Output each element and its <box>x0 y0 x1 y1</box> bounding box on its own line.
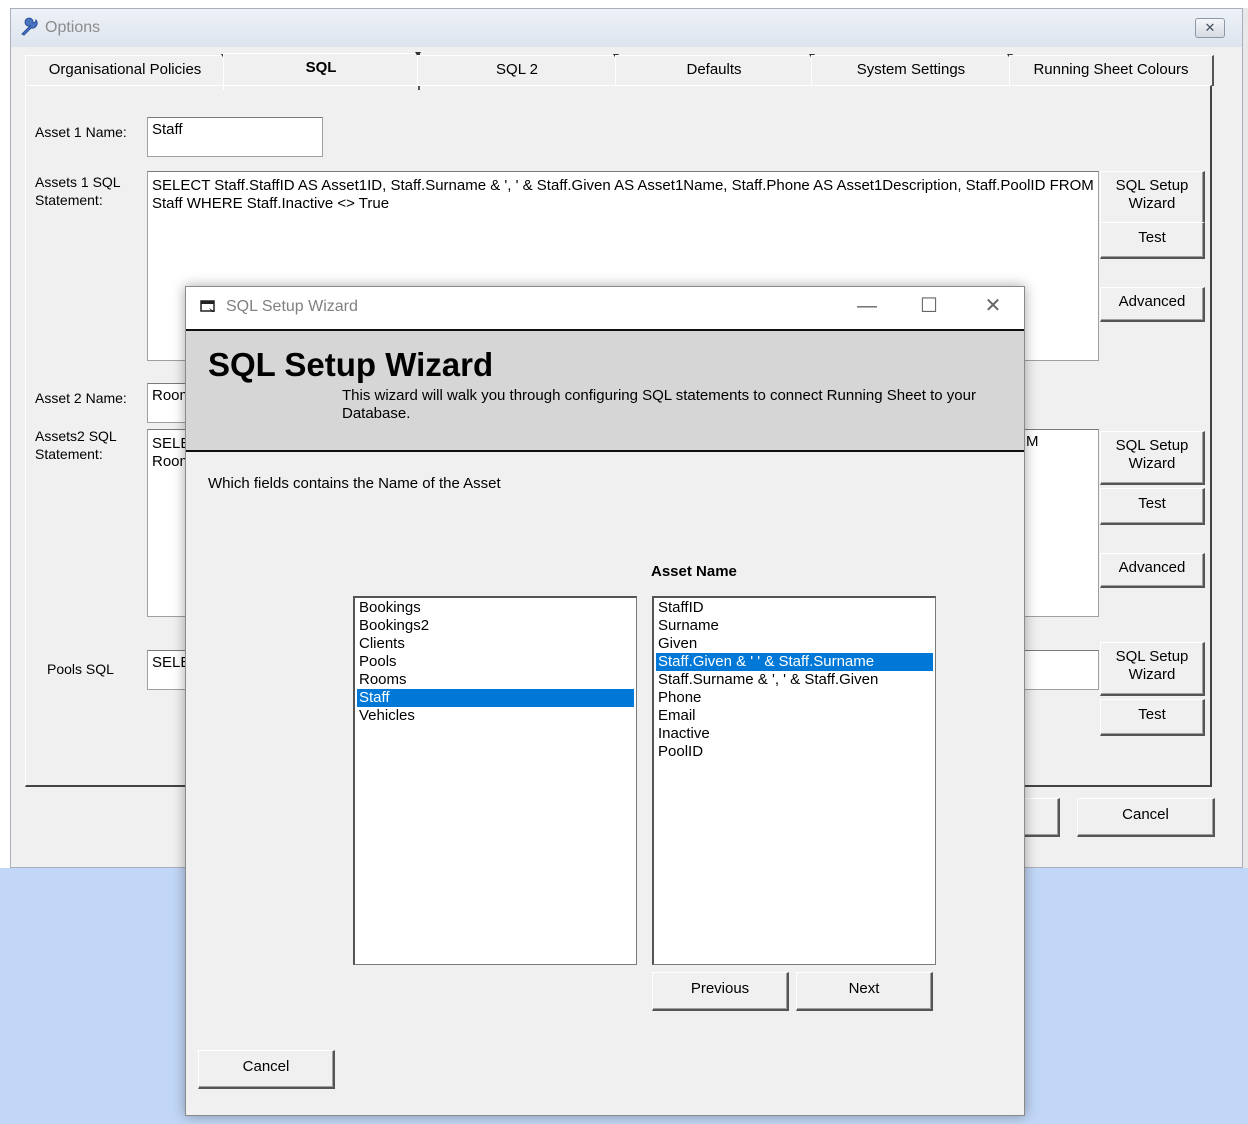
wizard-window-title: SQL Setup Wizard <box>226 298 358 315</box>
tab-defaults[interactable]: Defaults <box>615 54 815 86</box>
tab-label: System Settings <box>856 61 966 78</box>
button-label: SQL Setup Wizard <box>1115 648 1189 683</box>
wizard-heading: SQL Setup Wizard <box>208 346 494 383</box>
tab-label: SQL <box>305 59 337 76</box>
sql-setup-wizard-button-2[interactable]: SQL Setup Wizard <box>1100 431 1205 485</box>
wizard-titlebar[interactable]: SQL Setup Wizard — ☐ ✕ <box>186 287 1024 329</box>
tab-running-sheet-colours[interactable]: Running Sheet Colours <box>1009 55 1214 86</box>
maximize-button[interactable]: ☐ <box>916 295 942 319</box>
previous-button[interactable]: Previous <box>652 972 789 1011</box>
assets2-sql-label: Assets2 SQL Statement: <box>35 428 117 462</box>
window-icon <box>200 300 215 312</box>
list-item-phone[interactable]: Phone <box>656 689 933 707</box>
button-label: SQL Setup Wizard <box>1115 437 1189 472</box>
tab-sql-2[interactable]: SQL 2 <box>417 54 619 86</box>
button-label: SQL Setup Wizard <box>1115 177 1189 212</box>
wizard-header: SQL Setup Wizard This wizard will walk y… <box>186 329 1024 452</box>
assets2-sql-tail: M <box>1026 433 1039 450</box>
list-item-inactive[interactable]: Inactive <box>656 725 933 743</box>
advanced-button-1[interactable]: Advanced <box>1100 287 1205 322</box>
tables-listbox[interactable]: Bookings Bookings2 Clients Pools Rooms S… <box>353 596 637 965</box>
test-button-3[interactable]: Test <box>1100 699 1205 736</box>
list-item-rooms[interactable]: Rooms <box>357 671 634 689</box>
advanced-button-2[interactable]: Advanced <box>1100 553 1205 588</box>
list-item-poolid[interactable]: PoolID <box>656 743 933 761</box>
window-edge <box>1243 8 1248 868</box>
list-item-bookings2[interactable]: Bookings2 <box>357 617 634 635</box>
list-item-given[interactable]: Given <box>656 635 933 653</box>
list-item-pools[interactable]: Pools <box>357 653 634 671</box>
next-button[interactable]: Next <box>796 972 933 1011</box>
pools-sql-label: Pools SQL <box>47 661 114 677</box>
sql-setup-wizard-window: SQL Setup Wizard — ☐ ✕ SQL Setup Wizard … <box>185 286 1025 1116</box>
asset1-name-label: Asset 1 Name: <box>35 124 127 140</box>
minimize-button[interactable]: — <box>854 295 880 319</box>
asset-name-label: Asset Name <box>651 563 737 580</box>
wrench-icon <box>21 17 38 36</box>
list-item-given-surname-selected[interactable]: Staff.Given & ' ' & Staff.Surname <box>656 653 933 671</box>
list-item-clients[interactable]: Clients <box>357 635 634 653</box>
list-item-staff-selected[interactable]: Staff <box>357 689 634 707</box>
test-button-1[interactable]: Test <box>1100 222 1205 259</box>
list-item-staffid[interactable]: StaffID <box>656 599 933 617</box>
test-button-2[interactable]: Test <box>1100 488 1205 525</box>
tab-label: Organisational Policies <box>48 61 202 78</box>
list-item-surname-given[interactable]: Staff.Surname & ', ' & Staff.Given <box>656 671 933 689</box>
list-item-vehicles[interactable]: Vehicles <box>357 707 634 725</box>
tab-label: Running Sheet Colours <box>1033 61 1189 78</box>
options-titlebar[interactable]: Options ✕ <box>11 9 1242 47</box>
tab-organisational-policies[interactable]: Organisational Policies <box>25 54 227 86</box>
wizard-prompt: Which fields contains the Name of the As… <box>208 475 501 492</box>
sql-setup-wizard-button-1[interactable]: SQL Setup Wizard <box>1100 171 1205 225</box>
tab-label: Defaults <box>686 61 742 78</box>
asset1-name-input[interactable]: Staff <box>147 117 323 157</box>
sql-setup-wizard-button-3[interactable]: SQL Setup Wizard <box>1100 642 1205 696</box>
close-button[interactable]: ✕ <box>980 295 1006 319</box>
asset2-name-label: Asset 2 Name: <box>35 390 127 406</box>
list-item-surname[interactable]: Surname <box>656 617 933 635</box>
tab-label: SQL 2 <box>496 61 538 78</box>
fields-listbox[interactable]: StaffID Surname Given Staff.Given & ' ' … <box>652 596 936 965</box>
wizard-description: This wizard will walk you through config… <box>342 387 976 422</box>
assets1-sql-label: Assets 1 SQL Statement: <box>35 174 121 208</box>
tab-system-settings[interactable]: System Settings <box>811 54 1013 86</box>
list-item-email[interactable]: Email <box>656 707 933 725</box>
options-title: Options <box>45 19 101 36</box>
list-item-bookings[interactable]: Bookings <box>357 599 634 617</box>
close-button[interactable]: ✕ <box>1195 18 1225 38</box>
wizard-cancel-button[interactable]: Cancel <box>198 1050 335 1089</box>
cancel-button[interactable]: Cancel <box>1077 798 1215 837</box>
